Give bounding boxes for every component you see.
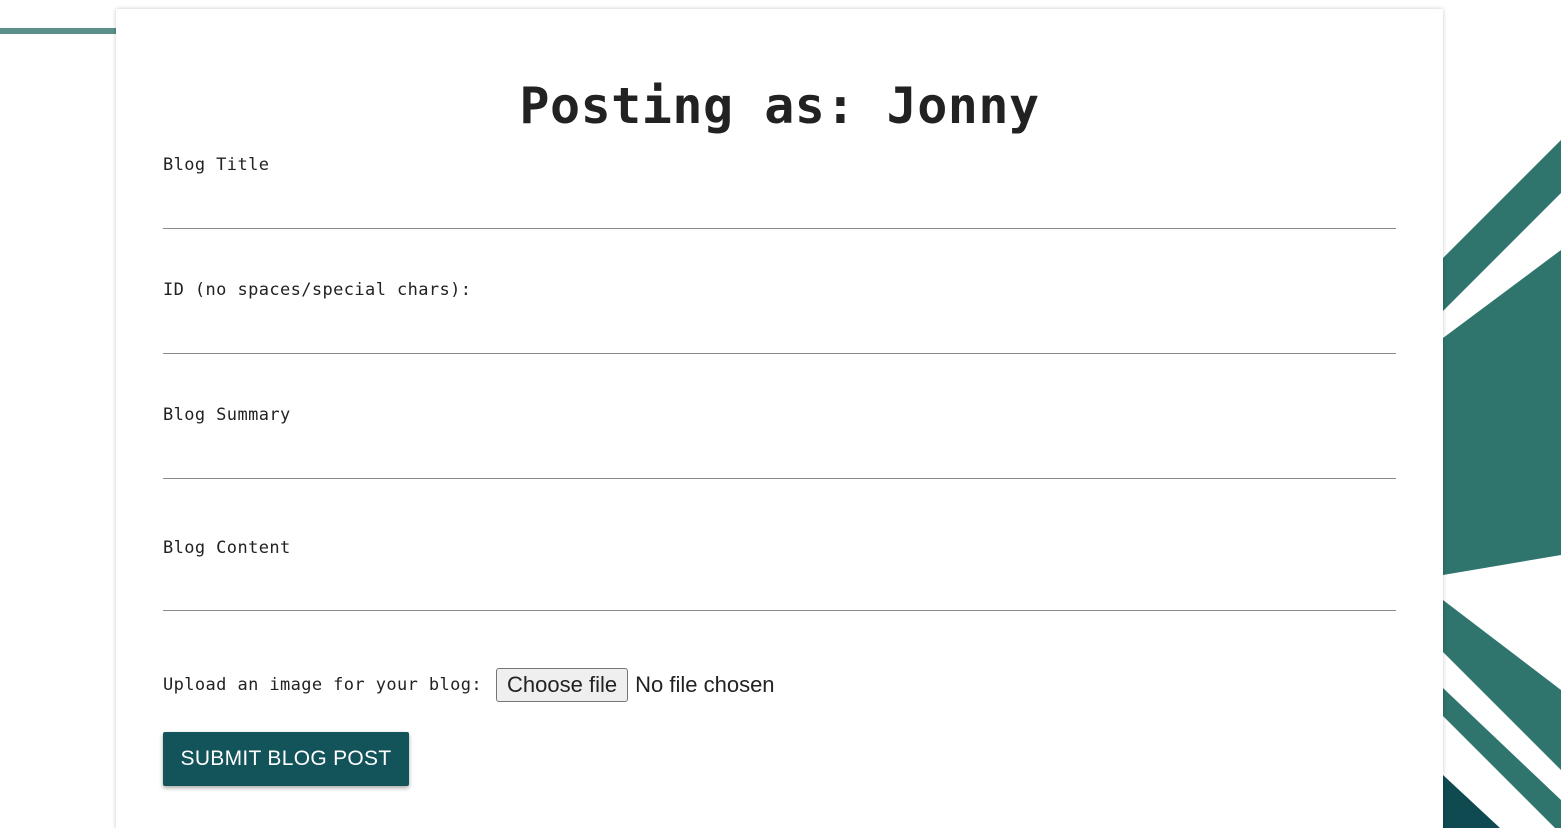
- blog-id-input[interactable]: [163, 318, 1396, 354]
- blog-title-input[interactable]: [163, 193, 1396, 229]
- blog-summary-input[interactable]: [163, 443, 1396, 479]
- choose-file-button[interactable]: Choose file: [496, 668, 629, 702]
- file-status-text: No file chosen: [635, 672, 775, 697]
- image-upload-label: Upload an image for your blog:: [163, 675, 483, 695]
- post-form-card: Posting as: Jonny Blog Title ID (no spac…: [116, 9, 1443, 828]
- page: Posting as: Jonny Blog Title ID (no spac…: [0, 0, 1561, 828]
- blog-content-input[interactable]: [163, 575, 1396, 611]
- blog-id-label: ID (no spaces/special chars):: [163, 280, 472, 300]
- blog-content-label: Blog Content: [163, 538, 291, 558]
- submit-blog-post-button[interactable]: SUBMIT BLOG POST: [163, 732, 409, 786]
- blog-summary-label: Blog Summary: [163, 405, 291, 425]
- page-title: Posting as: Jonny: [519, 77, 1040, 135]
- blog-title-label: Blog Title: [163, 155, 270, 175]
- image-upload-row: Upload an image for your blog: Choose fi…: [163, 667, 775, 703]
